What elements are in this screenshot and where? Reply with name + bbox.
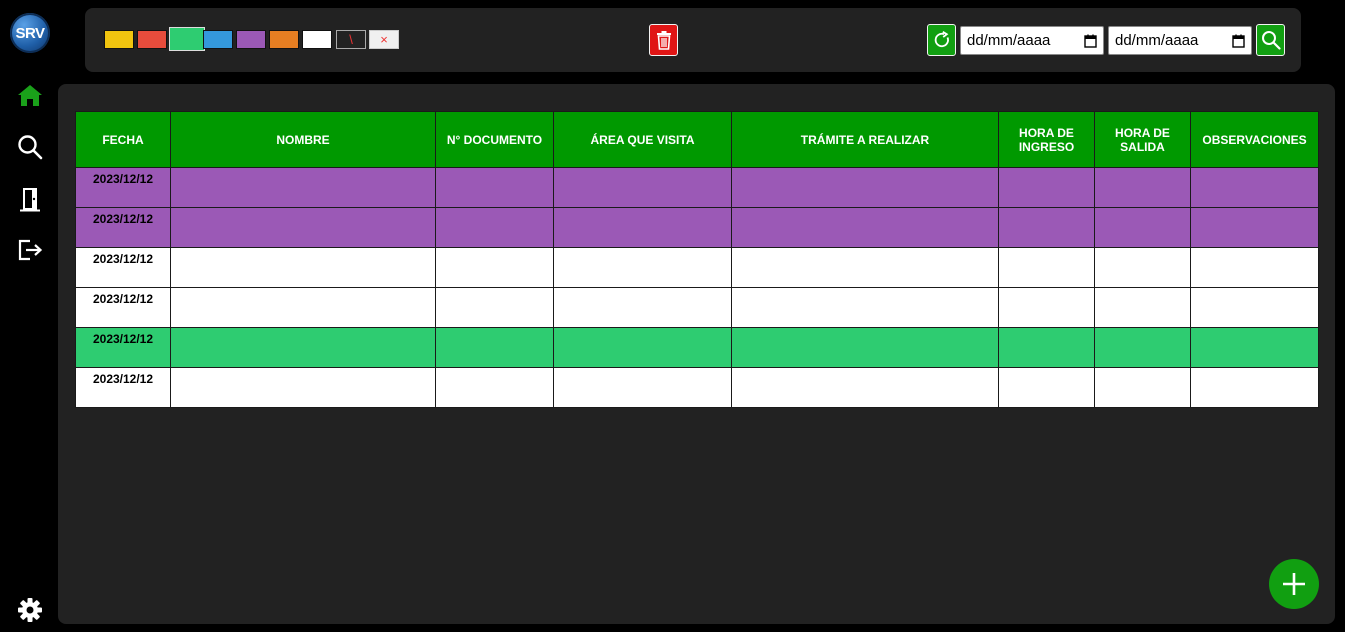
trash-icon (656, 31, 671, 50)
table-cell[interactable] (1094, 247, 1191, 288)
toolbar: \ × dd/mm/aaaa dd/mm/aaaa (85, 8, 1301, 72)
column-header: NOMBRE (170, 111, 436, 168)
strike-glyph: \ (349, 32, 353, 47)
color-swatch-strike[interactable]: \ (336, 30, 366, 49)
table-cell[interactable] (435, 327, 554, 368)
table-cell[interactable] (435, 287, 554, 328)
table-cell[interactable] (170, 367, 436, 408)
door-icon[interactable] (14, 183, 46, 215)
logo-text: SRV (15, 24, 45, 42)
table-cell[interactable] (1094, 367, 1191, 408)
app-logo[interactable]: SRV (10, 13, 50, 53)
table-cell[interactable] (1190, 167, 1319, 208)
column-header: TRÁMITE A REALIZAR (731, 111, 999, 168)
color-swatch-orange[interactable] (269, 30, 299, 49)
delete-button[interactable] (649, 24, 678, 56)
table-cell[interactable]: 2023/12/12 (75, 247, 171, 288)
column-header: HORA DE SALIDA (1094, 111, 1191, 168)
table-cell[interactable] (553, 167, 732, 208)
table-cell[interactable] (731, 287, 999, 328)
color-swatch-clear[interactable]: × (369, 30, 399, 49)
table-cell[interactable]: 2023/12/12 (75, 367, 171, 408)
logout-icon[interactable] (14, 234, 46, 266)
table-cell[interactable] (170, 327, 436, 368)
table-cell[interactable] (1190, 287, 1319, 328)
table-cell[interactable] (170, 287, 436, 328)
column-header: ÁREA QUE VISITA (553, 111, 732, 168)
table-cell[interactable] (553, 247, 732, 288)
table-cell[interactable] (998, 367, 1095, 408)
clear-icon: × (380, 32, 388, 47)
table-cell[interactable] (731, 167, 999, 208)
main-panel: FECHA NOMBRE N° DOCUMENTO ÁREA QUE VISITA TR… (58, 84, 1335, 624)
refresh-button[interactable] (927, 24, 956, 56)
table-cell[interactable] (1190, 327, 1319, 368)
date-to-placeholder: dd/mm/aaaa (1115, 32, 1199, 49)
table-row[interactable]: 2023/12/12 (75, 287, 1319, 328)
table-cell[interactable] (998, 167, 1095, 208)
table-cell[interactable] (731, 367, 999, 408)
table-cell[interactable] (1094, 287, 1191, 328)
table-header-row: FECHA NOMBRE N° DOCUMENTO ÁREA QUE VISITA TR… (75, 111, 1319, 168)
column-header: HORA DE INGRESO (998, 111, 1095, 168)
color-swatch-green[interactable] (169, 27, 205, 51)
sidebar: SRV (0, 0, 60, 632)
table-cell[interactable] (998, 207, 1095, 248)
table-cell[interactable] (435, 207, 554, 248)
add-button[interactable] (1269, 559, 1319, 609)
table-cell[interactable] (1190, 367, 1319, 408)
table-row[interactable]: 2023/12/12 (75, 327, 1319, 368)
column-header: N° DOCUMENTO (435, 111, 554, 168)
color-swatch-blue[interactable] (203, 30, 233, 49)
table-cell[interactable] (1094, 327, 1191, 368)
table-cell[interactable] (1094, 167, 1191, 208)
search-button[interactable] (1256, 24, 1285, 56)
table-cell[interactable] (1190, 247, 1319, 288)
table-cell[interactable]: 2023/12/12 (75, 207, 171, 248)
date-to-field[interactable]: dd/mm/aaaa (1108, 26, 1252, 55)
color-swatch-yellow[interactable] (104, 30, 134, 49)
search-icon[interactable] (14, 131, 46, 163)
table-cell[interactable] (998, 327, 1095, 368)
color-swatch-red[interactable] (137, 30, 167, 49)
table-cell[interactable] (435, 167, 554, 208)
search-icon (1261, 31, 1281, 50)
gear-icon[interactable] (14, 594, 46, 626)
table-cell[interactable] (1190, 207, 1319, 248)
table-cell[interactable] (731, 247, 999, 288)
visits-table: FECHA NOMBRE N° DOCUMENTO ÁREA QUE VISITA TR… (75, 111, 1319, 408)
home-icon[interactable] (14, 79, 46, 111)
date-from-placeholder: dd/mm/aaaa (967, 32, 1051, 49)
column-header: FECHA (75, 111, 171, 168)
calendar-icon[interactable] (1232, 34, 1245, 48)
refresh-icon (934, 31, 949, 48)
calendar-icon[interactable] (1084, 34, 1097, 48)
table-row[interactable]: 2023/12/12 (75, 167, 1319, 208)
table-cell[interactable] (170, 247, 436, 288)
table-cell[interactable] (1094, 207, 1191, 248)
table-cell[interactable] (553, 207, 732, 248)
color-swatch-white[interactable] (302, 30, 332, 49)
table-cell[interactable] (553, 367, 732, 408)
table-cell[interactable]: 2023/12/12 (75, 287, 171, 328)
table-cell[interactable] (170, 207, 436, 248)
table-cell[interactable]: 2023/12/12 (75, 167, 171, 208)
table-row[interactable]: 2023/12/12 (75, 207, 1319, 248)
date-from-field[interactable]: dd/mm/aaaa (960, 26, 1104, 55)
table-cell[interactable] (998, 287, 1095, 328)
column-header: OBSERVACIONES (1190, 111, 1319, 168)
table-cell[interactable] (731, 207, 999, 248)
table-row[interactable]: 2023/12/12 (75, 247, 1319, 288)
table-cell[interactable] (731, 327, 999, 368)
table-cell[interactable] (998, 247, 1095, 288)
table-cell[interactable] (170, 167, 436, 208)
table-cell[interactable] (435, 367, 554, 408)
plus-icon (1283, 573, 1305, 595)
color-swatch-purple[interactable] (236, 30, 266, 49)
table-cell[interactable] (553, 327, 732, 368)
table-cell[interactable] (553, 287, 732, 328)
table-cell[interactable]: 2023/12/12 (75, 327, 171, 368)
table-row[interactable]: 2023/12/12 (75, 367, 1319, 408)
table-cell[interactable] (435, 247, 554, 288)
